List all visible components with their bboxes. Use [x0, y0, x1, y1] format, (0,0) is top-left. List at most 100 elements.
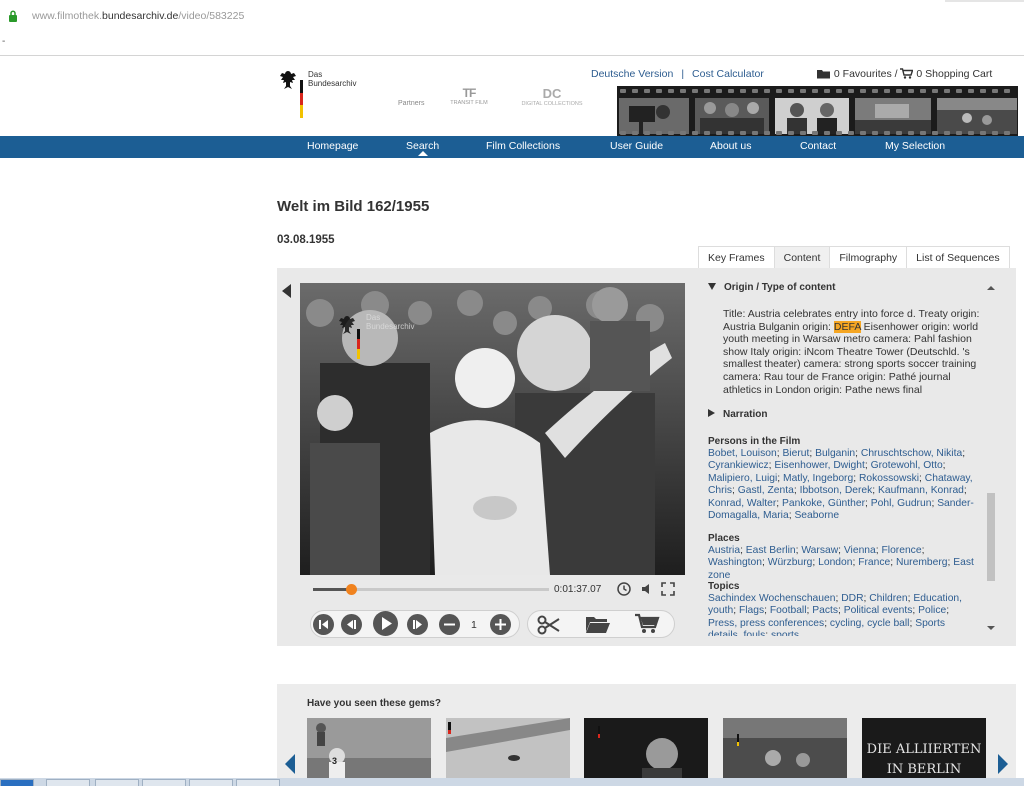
bundesarchiv-logo[interactable]: Das Bundesarchiv [279, 70, 359, 120]
taskbar-app-1[interactable] [46, 779, 90, 786]
person-link[interactable]: Cyrankiewicz [708, 460, 769, 471]
scroll-down-icon[interactable] [987, 626, 995, 630]
cost-calculator-link[interactable]: Cost Calculator [692, 68, 764, 80]
place-link[interactable]: Washington [708, 557, 762, 568]
search-highlight: DEFA [833, 320, 861, 333]
place-link[interactable]: Nuremberg [896, 557, 948, 568]
person-link[interactable]: Bulganin [815, 448, 855, 459]
place-link[interactable]: Vienna [844, 545, 876, 556]
topic-link[interactable]: Football [770, 605, 807, 616]
folder-open-icon[interactable] [585, 614, 611, 634]
person-link[interactable]: Pohl, Gudrun [871, 498, 932, 509]
frame-back-button[interactable] [341, 614, 362, 635]
taskbar-app-5[interactable] [236, 779, 280, 786]
place-link[interactable]: Warsaw [801, 545, 838, 556]
recommendation-thumbnail-1[interactable]: 3 [307, 718, 431, 786]
topic-link[interactable]: Press, press conferences [708, 618, 824, 629]
nav-contact[interactable]: Contact [800, 140, 836, 152]
topic-link[interactable]: Police [918, 605, 946, 616]
scissors-icon[interactable] [537, 614, 561, 636]
speed-decrease-button[interactable] [439, 614, 460, 635]
place-link[interactable]: East Berlin [746, 545, 796, 556]
digital-collections-logo[interactable]: DC DIGITAL COLLECTIONS [516, 86, 588, 107]
origin-description: Title: Austria celebrates entry into for… [723, 308, 987, 396]
add-to-cart-icon[interactable] [634, 613, 660, 635]
url-text[interactable]: www.filmothek.bundesarchiv.de/video/5832… [32, 10, 244, 22]
nav-my-selection[interactable]: My Selection [885, 140, 945, 152]
person-link[interactable]: Gastl, Zenta [738, 485, 794, 496]
browser-address-bar[interactable]: www.filmothek.bundesarchiv.de/video/5832… [0, 0, 1024, 56]
tab-filmography[interactable]: Filmography [829, 246, 908, 269]
nav-user-guide[interactable]: User Guide [610, 140, 663, 152]
video-player[interactable]: Das Bundesarchiv [300, 283, 685, 575]
scrollbar-thumb[interactable] [987, 493, 995, 581]
origin-section-toggle[interactable]: Origin / Type of content [708, 282, 835, 293]
nav-homepage[interactable]: Homepage [307, 140, 358, 152]
carousel-prev-icon[interactable] [284, 754, 296, 774]
recommendation-thumbnail-4[interactable] [723, 718, 847, 786]
content-info-panel: Origin / Type of content Title: Austria … [699, 270, 999, 636]
recommendation-thumbnail-2[interactable] [446, 718, 570, 786]
topic-link[interactable]: Pacts [812, 605, 838, 616]
person-link[interactable]: Kaufmann, Konrad [878, 485, 964, 496]
person-link[interactable]: Eisenhower, Dwight [774, 460, 864, 471]
skip-start-icon [319, 620, 328, 629]
speed-increase-button[interactable] [490, 614, 511, 635]
volume-icon[interactable] [641, 583, 653, 595]
fullscreen-icon[interactable] [661, 582, 675, 596]
taskbar-app-2[interactable] [95, 779, 139, 786]
person-link[interactable]: Bobet, Louison [708, 448, 777, 459]
clock-icon[interactable] [617, 582, 631, 596]
topic-link[interactable]: Sachindex Wochenschauen [708, 593, 835, 604]
topic-link[interactable]: DDR [841, 593, 863, 604]
favourites-link[interactable]: 0 Favourites / [834, 68, 898, 80]
taskbar-app-4[interactable] [189, 779, 233, 786]
person-link[interactable]: Rokossowski [859, 473, 919, 484]
info-scrollbar[interactable] [986, 282, 996, 634]
person-link[interactable]: Matly, Ingeborg [783, 473, 853, 484]
recommendation-thumbnail-5[interactable]: DIE ALLIIERTEN IN BERLIN [862, 718, 986, 786]
nav-search[interactable]: Search [406, 140, 439, 156]
person-link[interactable]: Bierut [782, 448, 809, 459]
scroll-up-icon[interactable] [987, 286, 995, 290]
place-link[interactable]: Florence [882, 545, 922, 556]
person-link[interactable]: Konrad, Walter [708, 498, 776, 509]
place-link[interactable]: France [858, 557, 890, 568]
place-link[interactable]: London [818, 557, 852, 568]
progress-handle[interactable] [346, 584, 357, 595]
recommendation-thumbnail-3[interactable] [584, 718, 708, 786]
person-link[interactable]: Pankoke, Günther [782, 498, 865, 509]
frame-forward-button[interactable] [407, 614, 428, 635]
topic-link[interactable]: cycling, cycle ball [830, 618, 910, 629]
nav-about-us[interactable]: About us [710, 140, 751, 152]
play-icon [382, 617, 392, 630]
deutsche-version-link[interactable]: Deutsche Version [591, 68, 673, 80]
topic-link[interactable]: Flags [739, 605, 764, 616]
taskbar-app-3[interactable] [142, 779, 186, 786]
nav-film-collections[interactable]: Film Collections [486, 140, 560, 152]
step-forward-icon [413, 620, 422, 629]
tab-list-of-sequences[interactable]: List of Sequences [906, 246, 1010, 269]
start-button[interactable] [0, 779, 34, 786]
transit-film-logo[interactable]: TF TRANSIT FILM [445, 86, 493, 106]
tab-content[interactable]: Content [773, 246, 831, 269]
video-progress-bar[interactable] [313, 584, 549, 595]
previous-arrow-icon[interactable] [282, 284, 292, 298]
carousel-next-icon[interactable] [997, 754, 1009, 774]
topic-link[interactable]: sports [771, 630, 799, 636]
person-link[interactable]: Grotewohl, Otto [871, 460, 943, 471]
narration-section-toggle[interactable]: Narration [708, 409, 767, 420]
list-separator: ; [962, 448, 966, 459]
place-link[interactable]: Austria [708, 545, 740, 556]
tab-key-frames[interactable]: Key Frames [698, 246, 775, 269]
shopping-cart-link[interactable]: 0 Shopping Cart [916, 68, 992, 80]
play-button[interactable] [373, 611, 398, 636]
place-link[interactable]: Würzburg [768, 557, 813, 568]
person-link[interactable]: Ibbotson, Derek [800, 485, 873, 496]
topic-link[interactable]: Political events [844, 605, 913, 616]
person-link[interactable]: Seaborne [794, 510, 839, 521]
person-link[interactable]: Malipiero, Luigi [708, 473, 777, 484]
skip-to-start-button[interactable] [313, 614, 334, 635]
topic-link[interactable]: Children [869, 593, 907, 604]
person-link[interactable]: Chruschtschow, Nikita [861, 448, 962, 459]
